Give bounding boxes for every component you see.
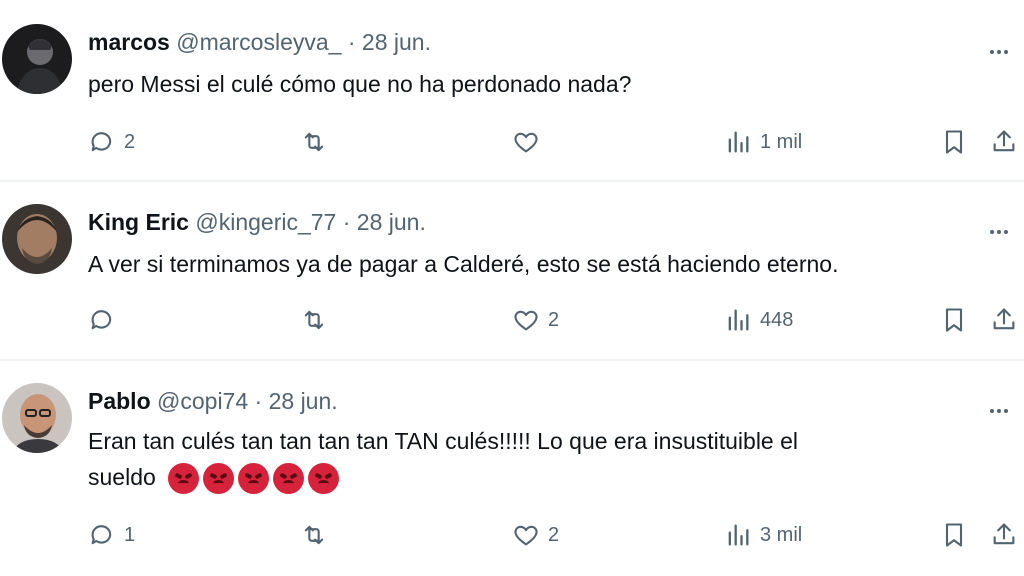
author-handle[interactable]: @kingeric_77: [195, 209, 336, 235]
reply-icon: [91, 525, 112, 545]
like-count: 2: [548, 308, 560, 331]
bookmark-icon: [945, 523, 963, 547]
like-button[interactable]: [512, 122, 548, 162]
heart-icon: [514, 310, 538, 331]
separator: ·: [254, 388, 263, 414]
tweet-text-line-2: sueldo: [88, 459, 988, 495]
tweet-text: pero Messi el culé cómo que no ha perdon…: [88, 71, 632, 97]
reply-button[interactable]: 2: [88, 122, 135, 162]
author-name[interactable]: Pablo: [88, 388, 151, 414]
views-icon: [728, 309, 749, 331]
heart-icon: [514, 525, 538, 546]
retweet-icon: [304, 132, 324, 152]
bookmark-button[interactable]: [940, 300, 968, 340]
author-name[interactable]: King Eric: [88, 209, 189, 235]
views-button[interactable]: 448: [724, 300, 793, 340]
avatar-king-eric[interactable]: [2, 204, 72, 274]
angry-face-emoji: [273, 463, 305, 495]
angry-face-emoji: [168, 463, 200, 495]
bookmark-button[interactable]: [940, 515, 968, 555]
angry-face-emoji: [308, 463, 340, 495]
tweet-text: A ver si terminamos ya de pagar a Calder…: [88, 251, 839, 277]
views-count: 448: [760, 308, 794, 331]
views-count: 1 mil: [760, 130, 803, 153]
views-button[interactable]: 3 mil: [724, 515, 802, 555]
more-icon[interactable]: [990, 400, 1018, 420]
retweet-button[interactable]: [300, 515, 336, 555]
more-icon[interactable]: [990, 221, 1018, 241]
reply-count: 2: [124, 130, 136, 153]
reply-count: 1: [124, 523, 136, 546]
share-icon: [993, 523, 1015, 545]
like-button[interactable]: 2: [512, 300, 559, 340]
retweet-icon: [304, 310, 324, 330]
separator: ·: [347, 29, 356, 55]
heart-icon: [514, 132, 538, 153]
avatar-pablo[interactable]: [2, 383, 72, 453]
tweet-date[interactable]: 28 jun.: [269, 388, 338, 414]
author-handle[interactable]: @marcosleyva_: [176, 29, 341, 55]
tweet-actions: 2 1 mil: [0, 122, 1024, 162]
tweet-header: King Eric @kingeric_77 · 28 jun.: [88, 208, 426, 236]
reply-button[interactable]: [88, 300, 124, 340]
tweet-date[interactable]: 28 jun.: [357, 209, 426, 235]
share-icon: [993, 130, 1015, 152]
share-icon: [993, 308, 1015, 330]
views-count: 3 mil: [760, 523, 803, 546]
separator: ·: [342, 209, 351, 235]
bookmark-icon: [945, 130, 963, 154]
author-name[interactable]: marcos: [88, 29, 170, 55]
more-icon[interactable]: [990, 41, 1018, 61]
retweet-button[interactable]: [300, 122, 336, 162]
angry-face-emoji: [238, 463, 270, 495]
share-button[interactable]: [990, 300, 1018, 340]
tweet-actions: 2 448: [0, 300, 1024, 340]
like-button[interactable]: 2: [512, 515, 559, 555]
angry-face-emoji: [203, 463, 235, 495]
like-count: 2: [548, 523, 560, 546]
author-handle[interactable]: @copi74: [157, 388, 248, 414]
bookmark-button[interactable]: [940, 122, 968, 162]
views-icon: [728, 131, 749, 153]
tweet-actions: 1 2 3 mil: [0, 515, 1024, 555]
tweet-header: marcos @marcosleyva_ · 28 jun.: [88, 28, 431, 56]
reply-icon: [91, 132, 112, 152]
tweet-pablo[interactable]: Pablo @copi74 · 28 jun. Eran tan culés t…: [0, 361, 1024, 576]
avatar-marcos[interactable]: [2, 24, 72, 94]
retweet-icon: [304, 525, 324, 545]
retweet-button[interactable]: [300, 300, 336, 340]
tweet-text-line-1: Eran tan culés tan tan tan tan TAN culés…: [88, 428, 799, 454]
views-button[interactable]: 1 mil: [724, 122, 802, 162]
share-button[interactable]: [990, 515, 1018, 555]
views-icon: [728, 524, 749, 546]
bookmark-icon: [945, 308, 963, 332]
tweet-date[interactable]: 28 jun.: [362, 29, 431, 55]
tweet-text-word: sueldo: [88, 464, 156, 490]
tweet-king-eric[interactable]: King Eric @kingeric_77 · 28 jun. A ver s…: [0, 182, 1024, 360]
tweet-text: Eran tan culés tan tan tan tan TAN culés…: [88, 423, 988, 495]
tweet-header: Pablo @copi74 · 28 jun.: [88, 387, 338, 415]
emoji-group: [168, 463, 340, 495]
tweet-marcos[interactable]: marcos @marcosleyva_ · 28 jun. pero Mess…: [0, 0, 1024, 180]
reply-button[interactable]: 1: [88, 515, 135, 555]
reply-icon: [91, 310, 112, 330]
share-button[interactable]: [990, 122, 1018, 162]
